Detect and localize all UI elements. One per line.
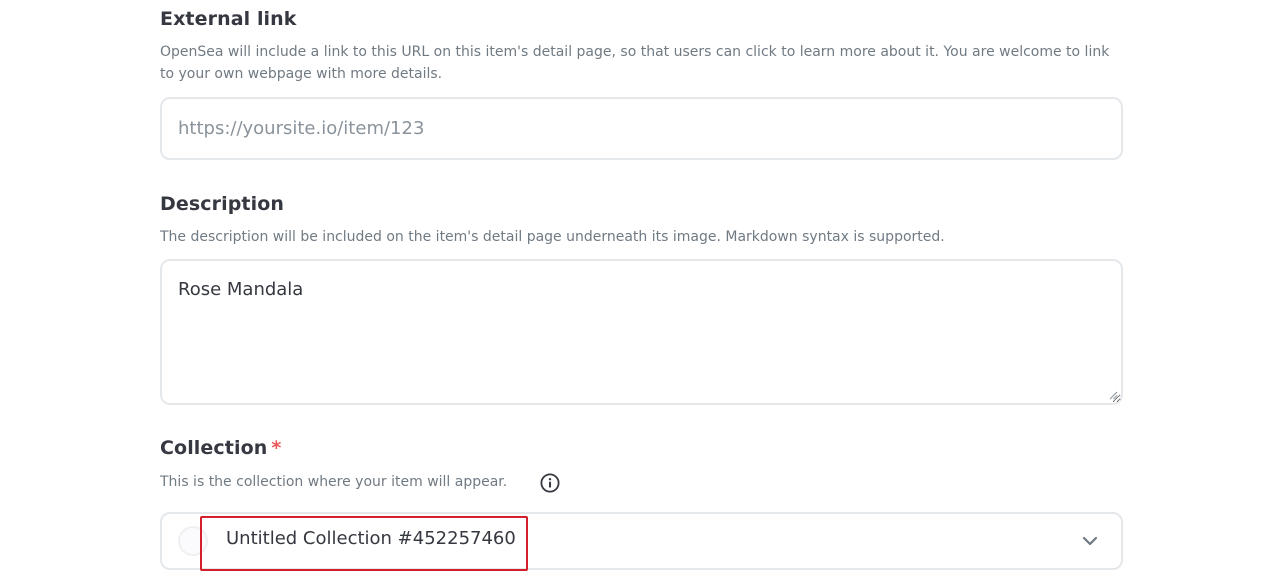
collection-dropdown[interactable]: Untitled Collection #452257460 — [160, 512, 1123, 571]
description-field — [160, 259, 1123, 405]
required-marker: * — [271, 437, 282, 459]
description-title: Description — [160, 193, 284, 215]
collection-title: Collection * — [160, 437, 281, 459]
collection-description: This is the collection where your item w… — [160, 474, 508, 490]
external-link-description: OpenSea will include a link to this URL … — [160, 44, 1110, 82]
info-circle-icon[interactable] — [540, 473, 560, 493]
resize-handle-icon[interactable] — [1109, 391, 1118, 400]
description-textarea[interactable] — [162, 261, 1121, 403]
external-link-title: External link — [160, 8, 297, 30]
chevron-down-icon[interactable] — [1081, 534, 1099, 548]
description-helper-text: The description will be included on the … — [160, 229, 945, 245]
annotation-highlight-box — [200, 516, 528, 571]
external-link-field — [160, 97, 1123, 160]
collection-title-label: Collection — [160, 437, 268, 459]
external-link-input[interactable] — [162, 99, 1121, 158]
